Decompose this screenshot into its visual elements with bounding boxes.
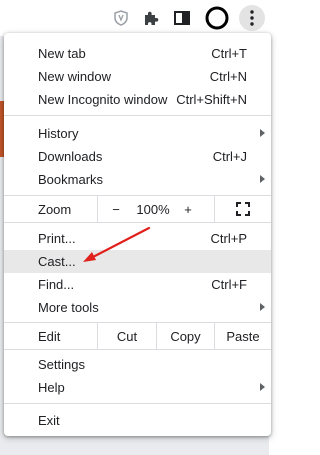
menu-item-history[interactable]: History [4,122,271,145]
menu-item-label: Help [38,380,65,395]
menu-item-shortcut: Ctrl+F [211,277,247,292]
kebab-menu-icon[interactable] [239,5,265,31]
menu-item-shortcut: Ctrl+N [209,69,247,84]
menu-item-exit[interactable]: Exit [4,409,271,432]
zoom-in-button[interactable]: + [176,196,200,222]
copy-button[interactable]: Copy [157,323,214,349]
profile-icon[interactable] [205,6,229,30]
zoom-label: Zoom [38,201,72,217]
shield-icon[interactable] [111,8,131,28]
fullscreen-button[interactable] [215,196,271,222]
menu-item-new-incognito-window[interactable]: New Incognito window Ctrl+Shift+N [4,88,271,111]
zoom-out-button[interactable]: − [102,196,130,222]
menu-separator [4,403,271,404]
menu-item-label: New Incognito window [38,92,168,107]
menu-separator [4,115,271,116]
paste-button[interactable]: Paste [215,323,271,349]
menu-item-new-tab[interactable]: New tab Ctrl+T [4,42,271,65]
annotation-arrow [83,226,151,262]
browser-toolbar [0,0,269,36]
menu-item-new-window[interactable]: New window Ctrl+N [4,65,271,88]
menu-item-label: Downloads [38,149,103,164]
edit-row: Edit Cut Copy Paste [4,323,271,349]
annotation-arrow-head [83,252,96,262]
menu-item-label: Print... [38,231,76,246]
menu-item-help[interactable]: Help [4,376,271,399]
menu-item-label: More tools [38,300,99,315]
menu-item-shortcut: Ctrl+J [212,149,247,164]
submenu-arrow-icon [260,129,265,137]
zoom-row: Zoom − 100% + [4,196,271,222]
menu-item-more-tools[interactable]: More tools [4,296,271,319]
menu-item-find[interactable]: Find... Ctrl+F [4,273,271,296]
submenu-arrow-icon [260,303,265,311]
menu-item-label: New window [38,69,111,84]
cut-button[interactable]: Cut [98,323,156,349]
menu-item-label: Exit [38,413,60,428]
zoom-divider [97,196,98,222]
menu-item-downloads[interactable]: Downloads Ctrl+J [4,145,271,168]
menu-item-shortcut: Ctrl+Shift+N [176,92,247,107]
fullscreen-icon [236,202,250,216]
menu-item-label: Cast... [38,254,76,269]
submenu-arrow-icon [260,383,265,391]
menu-item-label: Bookmarks [38,172,104,187]
menu-item-shortcut: Ctrl+P [210,231,247,246]
menu-item-bookmarks[interactable]: Bookmarks [4,168,271,191]
menu-separator [4,349,271,350]
menu-item-label: Settings [38,357,85,372]
menu-item-label: Find... [38,277,75,292]
puzzle-icon[interactable] [141,8,161,28]
submenu-arrow-icon [260,175,265,183]
edit-label: Edit [38,328,61,344]
sidebar-icon[interactable] [172,8,192,28]
menu-item-settings[interactable]: Settings [4,353,271,376]
menu-item-label: History [38,126,79,141]
menu-item-label: New tab [38,46,86,61]
menu-item-shortcut: Ctrl+T [211,46,247,61]
annotation-arrow-shaft [89,226,151,260]
zoom-level-value: 100% [136,201,170,217]
